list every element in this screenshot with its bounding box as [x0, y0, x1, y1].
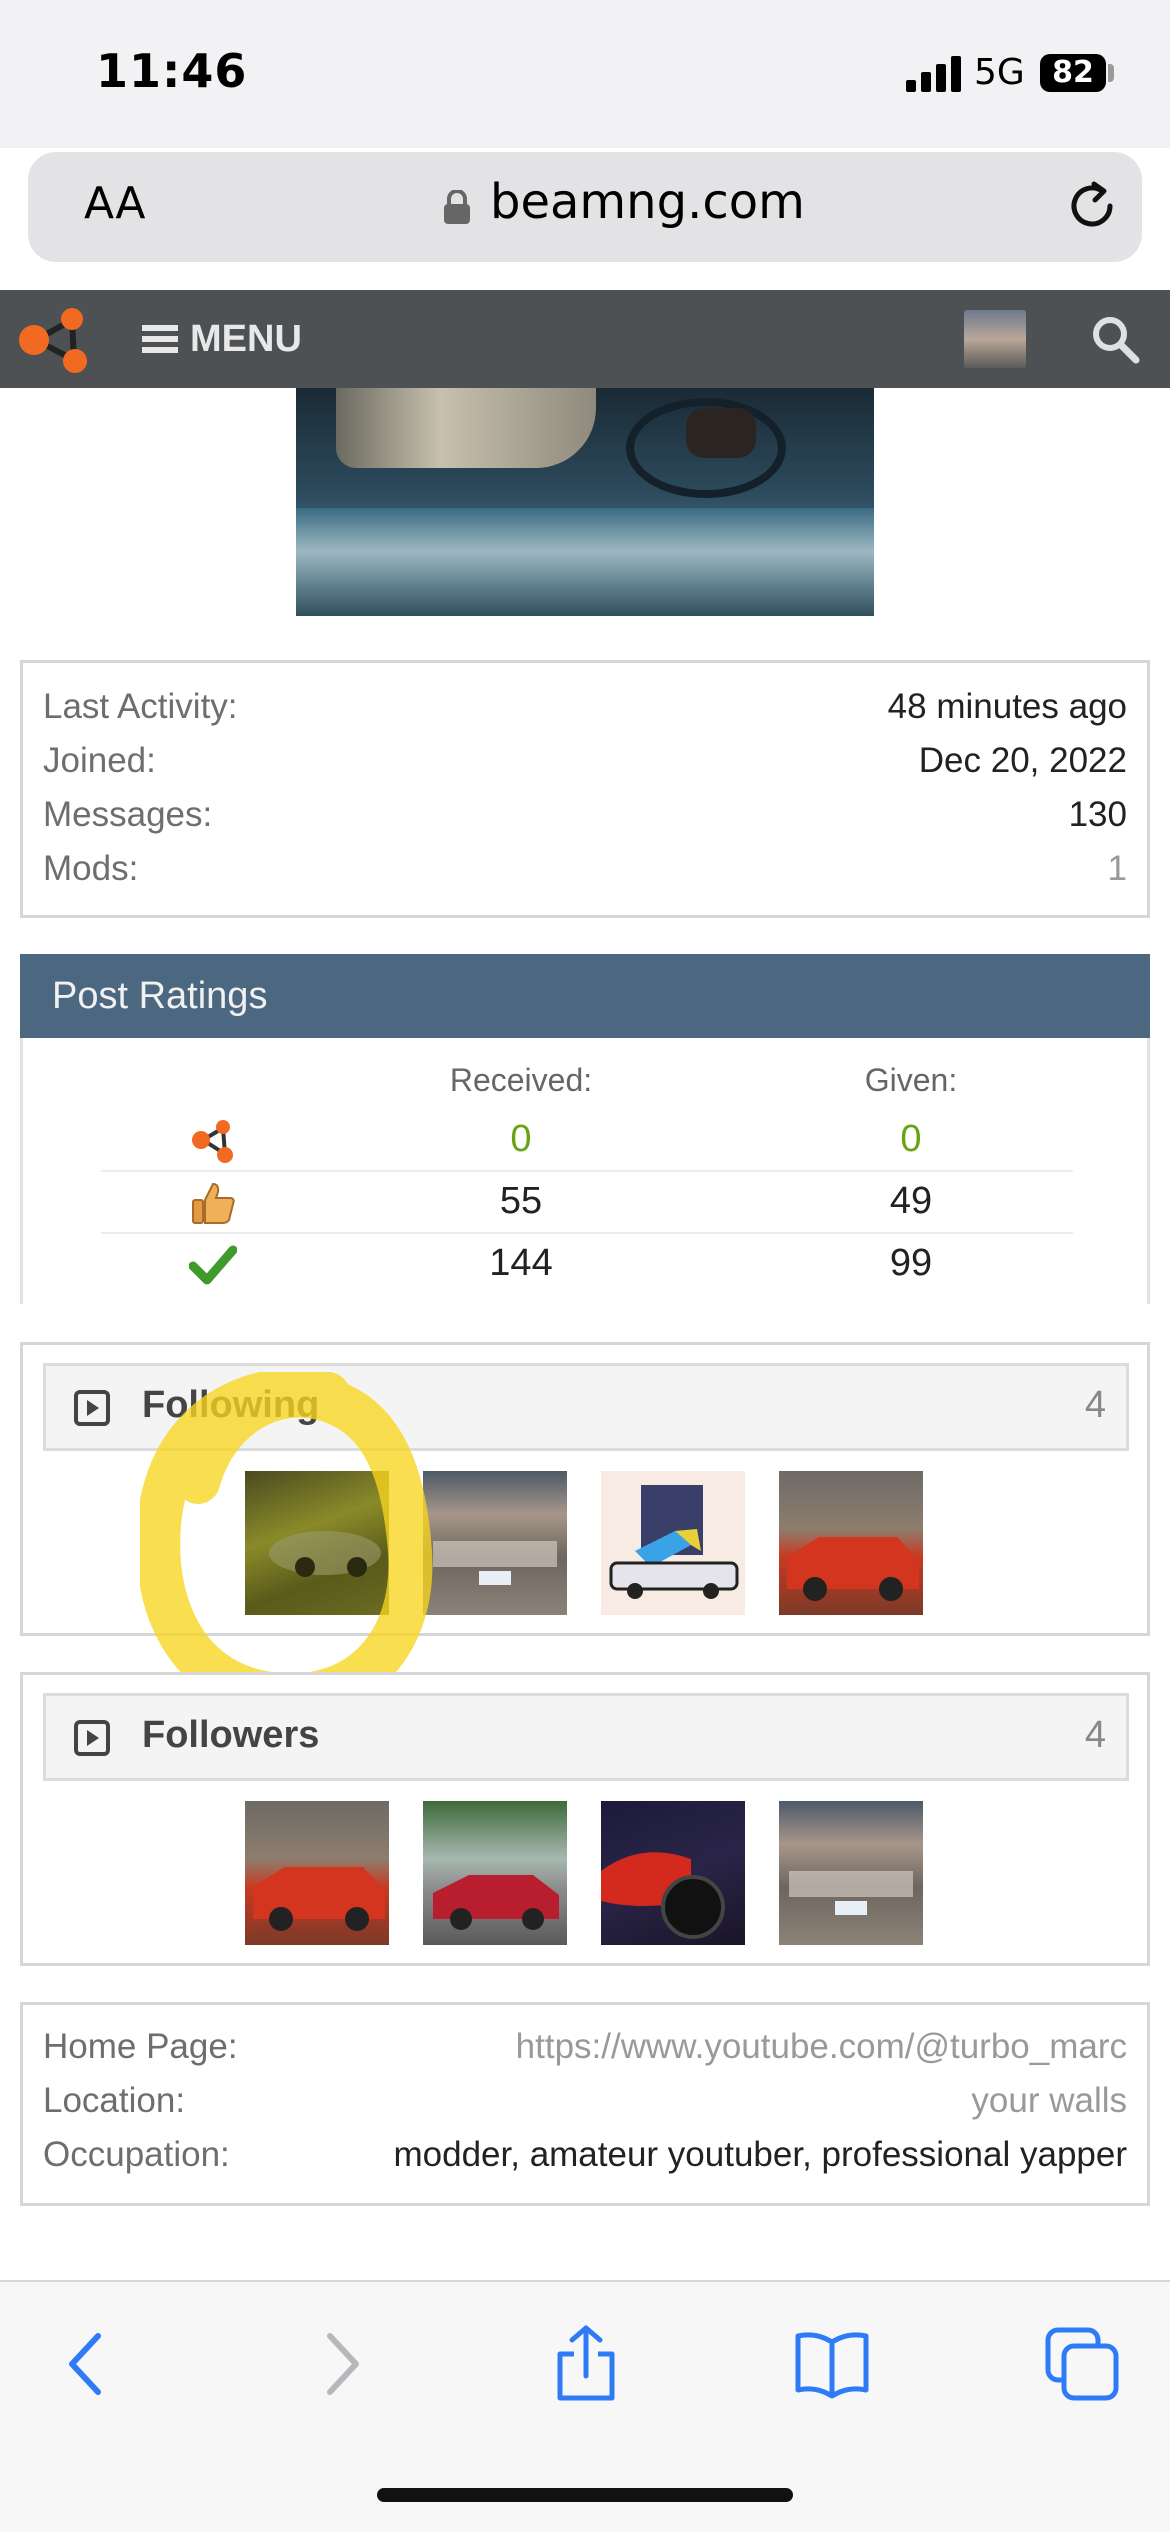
stat-last-activity: Last Activity: 48 minutes ago — [43, 687, 1127, 726]
follower-avatar[interactable] — [779, 1801, 923, 1945]
rating-received-value[interactable]: 144 — [421, 1242, 621, 1285]
menu-button[interactable]: MENU — [142, 312, 302, 366]
home-indicator[interactable] — [377, 2488, 793, 2502]
following-avatar[interactable] — [423, 1471, 567, 1615]
network-type: 5G — [974, 52, 1025, 93]
forward-icon[interactable] — [300, 2324, 380, 2404]
following-header[interactable]: Following 4 — [43, 1363, 1129, 1451]
hamburger-icon — [142, 325, 178, 353]
bookmarks-icon[interactable] — [792, 2324, 872, 2404]
post-ratings-table: Received: Given: 0 0 55 49 144 99 — [20, 1038, 1150, 1304]
url-text[interactable]: beamng.com — [490, 174, 805, 230]
rating-received-value[interactable]: 55 — [421, 1180, 621, 1223]
following-avatar[interactable] — [245, 1471, 389, 1615]
follower-avatar[interactable] — [245, 1801, 389, 1945]
rating-row-like: 55 49 — [101, 1172, 1073, 1234]
thumbs-up-icon — [192, 1182, 235, 1224]
follower-avatar[interactable] — [423, 1801, 567, 1945]
battery-nub — [1108, 64, 1114, 82]
rating-given-value[interactable]: 49 — [811, 1180, 1011, 1223]
reload-icon[interactable] — [1064, 178, 1120, 234]
profile-details-box: Home Page: https://www.youtube.com/@turb… — [20, 2002, 1150, 2206]
back-icon[interactable] — [48, 2324, 128, 2404]
detail-location: Location: your walls — [43, 2081, 1127, 2121]
follower-avatar[interactable] — [601, 1801, 745, 1945]
home-page-link[interactable]: https://www.youtube.com/@turbo_marc — [516, 2027, 1127, 2067]
location-link[interactable]: your walls — [971, 2081, 1127, 2121]
detail-home-page: Home Page: https://www.youtube.com/@turb… — [43, 2027, 1127, 2067]
received-header: Received: — [449, 1062, 593, 1098]
search-icon[interactable] — [1090, 314, 1140, 364]
rating-given-value[interactable]: 0 — [811, 1118, 1011, 1161]
expand-play-icon[interactable] — [74, 1720, 110, 1756]
post-ratings-title: Post Ratings — [20, 954, 1150, 1038]
address-bar[interactable]: AA beamng.com — [28, 152, 1142, 262]
following-count[interactable]: 4 — [1085, 1384, 1106, 1427]
given-header: Given: — [864, 1062, 958, 1098]
tabs-icon[interactable] — [1042, 2324, 1122, 2404]
beamng-logo-icon — [192, 1120, 233, 1163]
status-time: 11:46 — [96, 44, 248, 98]
following-section: Following 4 — [20, 1342, 1150, 1636]
text-size-button[interactable]: AA — [84, 178, 145, 229]
rating-row-agree: 144 99 — [101, 1234, 1073, 1296]
user-avatar[interactable] — [964, 310, 1026, 368]
rating-row-beamng: 0 0 — [101, 1110, 1073, 1172]
lock-icon — [444, 190, 470, 224]
profile-banner-image — [296, 388, 874, 616]
battery-icon: 82 — [1040, 54, 1106, 92]
following-avatar[interactable] — [601, 1471, 745, 1615]
stat-joined: Joined: Dec 20, 2022 — [43, 741, 1127, 780]
rating-received-value[interactable]: 0 — [421, 1118, 621, 1161]
stat-mods[interactable]: Mods: 1 — [43, 849, 1127, 903]
following-title[interactable]: Following — [142, 1384, 319, 1427]
signal-strength-icon — [906, 56, 961, 92]
expand-play-icon[interactable] — [74, 1390, 110, 1426]
stat-messages[interactable]: Messages: 130 — [43, 795, 1127, 849]
followers-section: Followers 4 — [20, 1672, 1150, 1966]
followers-count[interactable]: 4 — [1085, 1714, 1106, 1757]
detail-occupation: Occupation: modder, amateur youtuber, pr… — [43, 2135, 1127, 2174]
beamng-logo-icon[interactable] — [16, 304, 92, 376]
menu-label: MENU — [190, 317, 302, 360]
profile-stats-box: Last Activity: 48 minutes ago Joined: De… — [20, 660, 1150, 918]
share-icon[interactable] — [546, 2324, 626, 2404]
checkmark-icon — [189, 1245, 237, 1285]
following-avatar[interactable] — [779, 1471, 923, 1615]
rating-given-value[interactable]: 99 — [811, 1242, 1011, 1285]
followers-title[interactable]: Followers — [142, 1714, 319, 1757]
followers-header[interactable]: Followers 4 — [43, 1693, 1129, 1781]
ios-status-bar: 11:46 5G 82 — [0, 0, 1170, 148]
site-nav-bar: MENU — [0, 290, 1170, 388]
